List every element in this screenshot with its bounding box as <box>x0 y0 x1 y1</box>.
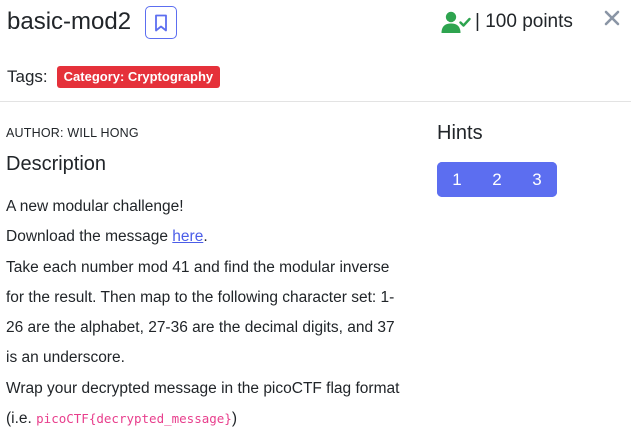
download-link[interactable]: here <box>172 228 203 245</box>
description-body: A new modular challenge! Download the me… <box>6 192 406 434</box>
description-line: Wrap your decrypted message in the picoC… <box>6 379 400 428</box>
challenge-title: basic-mod2 <box>7 8 132 35</box>
description-line: A new modular challenge! <box>6 198 184 215</box>
flag-format-code: picoCTF{decrypted_message} <box>36 411 232 427</box>
points-indicator: | 100 points <box>441 8 573 36</box>
author-line: AUTHOR: WILL HONG <box>6 126 139 140</box>
description-line: Download the message here. <box>6 228 208 246</box>
hints-button-group: 1 2 3 <box>437 162 557 197</box>
hint-button-3[interactable]: 3 <box>517 162 557 197</box>
category-tag[interactable]: Category: Cryptography <box>56 66 221 88</box>
hints-heading: Hints <box>437 122 483 144</box>
close-button[interactable] <box>600 6 624 30</box>
tags-row: Tags: Category: Cryptography <box>7 66 221 88</box>
hint-button-1[interactable]: 1 <box>437 162 477 197</box>
bookmark-icon <box>155 14 167 31</box>
divider <box>0 101 631 102</box>
hint-button-2[interactable]: 2 <box>477 162 517 197</box>
bookmark-button[interactable] <box>145 6 177 39</box>
tags-label: Tags: <box>7 67 48 86</box>
description-heading: Description <box>6 153 107 175</box>
points-label: | 100 points <box>475 11 573 32</box>
close-icon <box>604 10 620 26</box>
description-line: Take each number mod 41 and find the mod… <box>6 258 395 367</box>
user-check-icon <box>441 11 471 33</box>
